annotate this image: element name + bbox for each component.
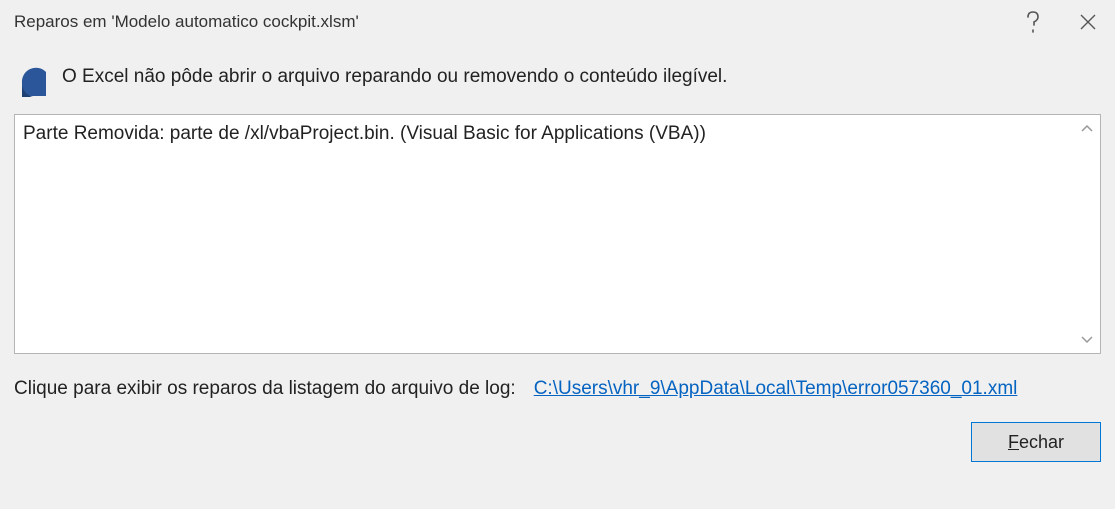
close-label-rest: echar <box>1019 432 1064 452</box>
close-icon <box>1079 13 1097 31</box>
chevron-up-icon <box>1081 124 1093 132</box>
help-icon <box>1026 11 1040 33</box>
message-row: O Excel não pôde abrir o arquivo reparan… <box>14 44 1101 110</box>
log-file-link[interactable]: C:\Users\vhr_9\AppData\Local\Temp\error0… <box>534 378 1018 400</box>
dialog-title: Reparos em 'Modelo automatico cockpit.xl… <box>14 12 1005 32</box>
chevron-down-icon <box>1081 336 1093 344</box>
repair-message: O Excel não pôde abrir o arquivo reparan… <box>62 64 727 90</box>
dialog-footer: Fechar <box>14 408 1101 462</box>
scroll-up-arrow[interactable] <box>1078 119 1096 137</box>
dialog-content: O Excel não pôde abrir o arquivo reparan… <box>0 44 1115 509</box>
scroll-down-arrow[interactable] <box>1078 331 1096 349</box>
log-row: Clique para exibir os reparos da listage… <box>14 354 1101 408</box>
close-mnemonic: F <box>1008 432 1019 452</box>
close-window-button[interactable] <box>1060 0 1115 44</box>
help-button[interactable] <box>1005 0 1060 44</box>
excel-icon <box>16 66 50 100</box>
titlebar: Reparos em 'Modelo automatico cockpit.xl… <box>0 0 1115 44</box>
repair-details-text: Parte Removida: parte de /xl/vbaProject.… <box>23 123 1074 145</box>
log-label: Clique para exibir os reparos da listage… <box>14 378 516 400</box>
close-button[interactable]: Fechar <box>971 422 1101 462</box>
repair-details-box[interactable]: Parte Removida: parte de /xl/vbaProject.… <box>14 114 1101 354</box>
repair-dialog: Reparos em 'Modelo automatico cockpit.xl… <box>0 0 1115 509</box>
